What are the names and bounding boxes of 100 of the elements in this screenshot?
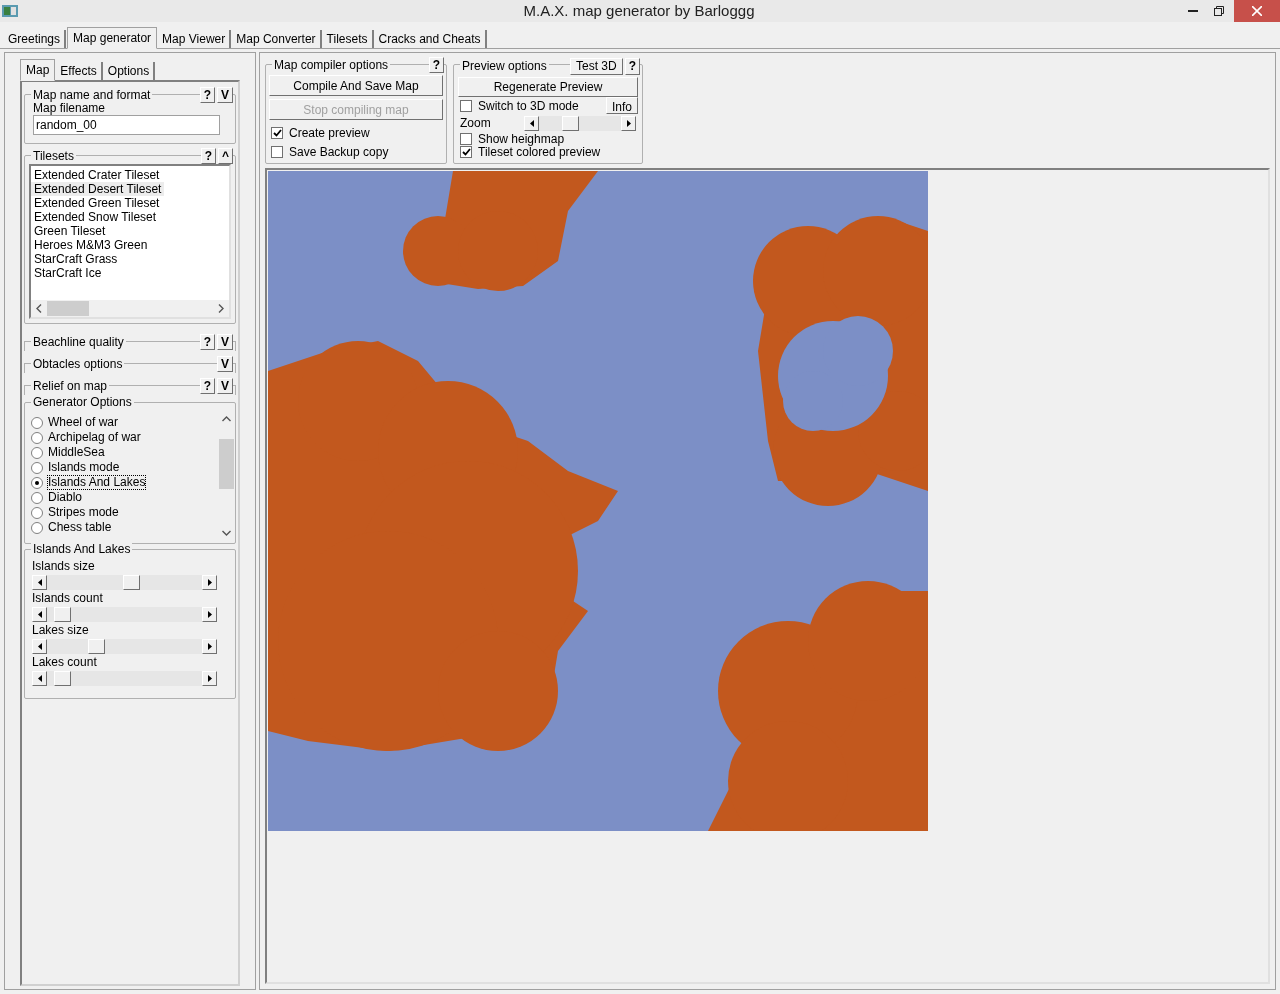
toggle-button[interactable]: V <box>217 378 233 394</box>
left-triangle-icon <box>37 642 42 650</box>
tileset-item[interactable]: Extended Crater Tileset <box>31 168 163 182</box>
help-button[interactable]: ? <box>624 57 640 75</box>
radio-label: Archipelag of war <box>48 431 141 444</box>
slider-label: Lakes count <box>32 654 98 670</box>
window-title: M.A.X. map generator by Barloggg <box>523 0 755 21</box>
toggle-button[interactable]: V <box>217 356 233 372</box>
radio-label: Chess table <box>48 521 112 534</box>
right-triangle-icon <box>207 578 212 586</box>
tileset-item[interactable]: Extended Desert Tileset <box>31 182 165 196</box>
radio-button[interactable] <box>31 431 43 444</box>
scroll-left-button[interactable] <box>32 670 47 686</box>
help-button[interactable]: ? <box>200 148 216 164</box>
left-triangle-icon <box>37 578 42 586</box>
radio-label: Stripes mode <box>48 506 119 519</box>
tab[interactable]: Map generator <box>67 27 158 49</box>
left-triangle-icon <box>529 119 534 127</box>
left-triangle-icon <box>37 674 42 682</box>
close-icon <box>1252 6 1262 16</box>
horizontal-scrollbar[interactable] <box>31 300 229 317</box>
restore-icon <box>1214 6 1224 16</box>
tileset-item[interactable]: Heroes M&M3 Green <box>31 238 151 252</box>
tileset-item[interactable]: Green Tileset <box>31 224 109 238</box>
slider-thumb[interactable] <box>561 115 579 131</box>
radio-label: Diablo <box>48 491 83 504</box>
help-button[interactable]: ? <box>428 57 444 73</box>
compile-button[interactable]: Compile And Save Map <box>269 75 443 96</box>
left-triangle-icon <box>37 610 42 618</box>
group-title: Map compiler options <box>272 58 391 72</box>
slider-label: Islands count <box>32 590 104 606</box>
scroll-right-button[interactable] <box>202 606 217 622</box>
slider-label: Islands size <box>32 558 96 574</box>
scroll-left-button[interactable] <box>32 606 47 622</box>
radio-label: Islands And Lakes <box>48 476 146 489</box>
right-chevron-icon <box>218 304 224 313</box>
group-title: Obtacles options <box>31 357 125 371</box>
toggle-button[interactable]: ^ <box>218 148 233 164</box>
tileset-item[interactable]: Extended Snow Tileset <box>31 210 160 224</box>
slider-thumb[interactable] <box>122 574 140 590</box>
radio-button[interactable] <box>31 521 43 534</box>
zoom-label: Zoom <box>459 115 492 132</box>
toggle-button[interactable]: V <box>217 334 233 350</box>
up-chevron-icon <box>222 416 231 422</box>
toggle-button[interactable]: V <box>217 87 233 103</box>
info-button[interactable]: Info <box>606 97 638 114</box>
left-chevron-icon <box>36 304 42 313</box>
checkbox-label: Tileset colored preview <box>478 144 601 161</box>
scroll-left-button[interactable] <box>32 638 47 654</box>
field-label: Map filename <box>33 101 107 115</box>
scroll-right-button[interactable] <box>202 574 217 590</box>
right-triangle-icon <box>207 610 212 618</box>
tileset-item[interactable]: StarCraft Ice <box>31 266 105 280</box>
checkbox-label: Switch to 3D mode <box>478 97 579 115</box>
help-button[interactable]: ? <box>199 378 215 394</box>
slider-thumb[interactable] <box>53 670 71 686</box>
radio-button[interactable] <box>31 446 43 459</box>
group-title: Map name and format <box>31 88 153 102</box>
radio-label: MiddleSea <box>48 446 105 459</box>
checkbox[interactable] <box>271 126 283 139</box>
radio-button[interactable] <box>31 476 43 489</box>
radio-button[interactable] <box>31 491 43 504</box>
group-title: Islands And Lakes <box>31 542 133 556</box>
group-title: Beachline quality <box>31 335 126 349</box>
scroll-right-button[interactable] <box>202 670 217 686</box>
tileset-item[interactable]: Extended Green Tileset <box>31 196 163 210</box>
checkbox-label: Show heighmap <box>478 130 565 146</box>
radio-label: Islands mode <box>48 461 120 474</box>
checkbox-label: Create preview <box>289 124 370 142</box>
tab[interactable]: Map <box>20 59 56 81</box>
minimize-icon <box>1188 10 1198 12</box>
help-button[interactable]: ? <box>199 87 215 103</box>
help-button[interactable]: ? <box>199 334 215 350</box>
radio-button[interactable] <box>31 461 43 474</box>
scroll-left-button[interactable] <box>524 115 539 131</box>
right-triangle-icon <box>207 642 212 650</box>
checkbox[interactable] <box>460 99 472 112</box>
scroll-right-button[interactable] <box>202 638 217 654</box>
slider-label: Lakes size <box>32 622 90 638</box>
tileset-item[interactable]: StarCraft Grass <box>31 252 121 266</box>
checkbox[interactable] <box>460 145 472 158</box>
group-title: Generator Options <box>31 395 134 409</box>
checkbox[interactable] <box>460 132 472 145</box>
filename-field[interactable]: random_00 <box>33 115 220 135</box>
regenerate-button[interactable]: Regenerate Preview <box>458 77 638 97</box>
radio-label: Wheel of war <box>48 416 119 429</box>
test-3d-button[interactable]: Test 3D <box>569 57 623 75</box>
radio-button[interactable] <box>31 506 43 519</box>
scroll-right-button[interactable] <box>621 115 636 131</box>
group-title: Relief on map <box>31 379 110 393</box>
group-title: Tilesets <box>31 149 76 163</box>
right-triangle-icon <box>626 119 631 127</box>
slider-thumb[interactable] <box>88 638 106 654</box>
right-triangle-icon <box>207 674 212 682</box>
checkbox-label: Save Backup copy <box>289 143 389 161</box>
slider-thumb[interactable] <box>53 606 71 622</box>
scroll-left-button[interactable] <box>32 574 47 590</box>
radio-button[interactable] <box>31 416 43 429</box>
checkbox[interactable] <box>271 145 283 158</box>
down-chevron-icon <box>222 530 231 536</box>
